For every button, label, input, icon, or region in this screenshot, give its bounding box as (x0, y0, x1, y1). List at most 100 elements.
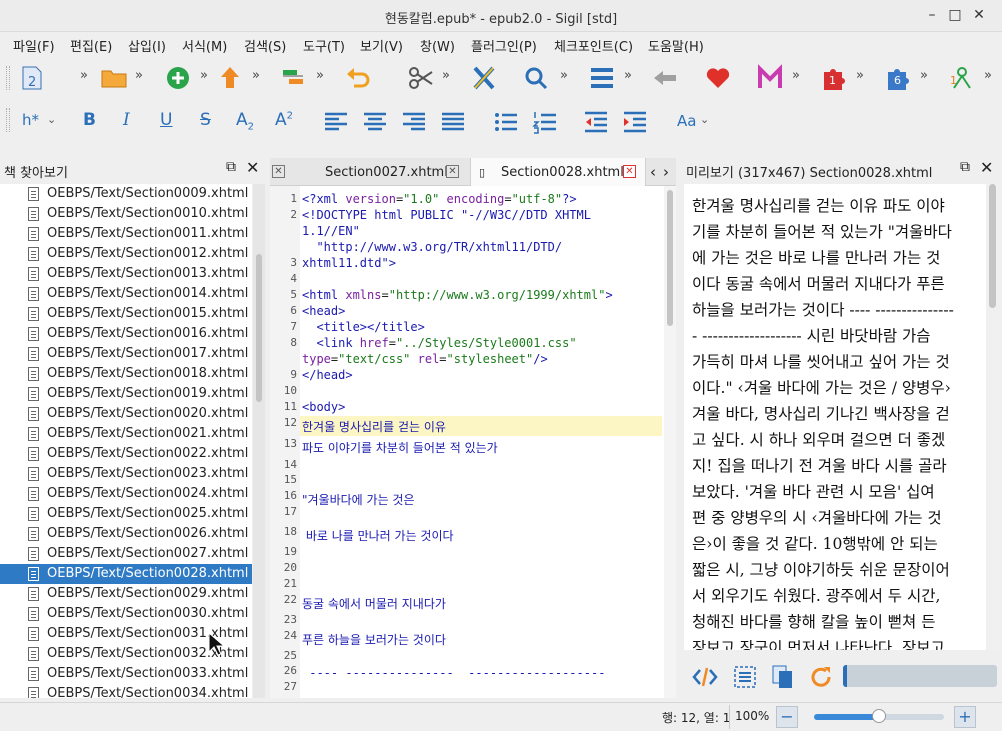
preview-scroll-thumb[interactable] (989, 184, 996, 308)
file-tree-item[interactable]: OEBPS/Text/Section0015.xhtml (0, 304, 252, 324)
copy-icon[interactable] (770, 664, 796, 690)
superscript-button[interactable]: A2 (275, 110, 293, 130)
editor-scrollbar[interactable] (664, 186, 676, 698)
toolbar-overflow-icon[interactable]: » (316, 68, 324, 83)
bold-button[interactable]: B (83, 110, 96, 130)
menu-window[interactable]: 창(W) (420, 36, 455, 55)
editor-scroll-thumb[interactable] (667, 190, 673, 326)
text-case-button[interactable]: Aa (677, 112, 696, 130)
menu-help[interactable]: 도움말(H) (648, 36, 704, 55)
align-center-icon[interactable] (361, 108, 389, 136)
align-right-icon[interactable] (400, 108, 428, 136)
back-arrow-icon[interactable] (651, 64, 679, 92)
file-tree-item[interactable]: OEBPS/Text/Section0020.xhtml (0, 404, 252, 424)
chevron-down-icon[interactable]: ⌄ (47, 113, 56, 126)
select-all-icon[interactable] (732, 664, 758, 690)
toolbar-overflow-icon[interactable]: » (560, 68, 568, 83)
menu-plugins[interactable]: 플러그인(P) (471, 36, 537, 55)
file-tree-item[interactable]: OEBPS/Text/Section0022.xhtml (0, 444, 252, 464)
italic-button[interactable]: I (123, 110, 130, 130)
increase-indent-icon[interactable] (621, 108, 649, 136)
code-editor[interactable]: 1 2 3 4 5 6 7 8 9 10 11 12 13 14 15 16 17 18 19 20 21 22 23 24 2… (270, 186, 676, 698)
toolbar-overflow-icon[interactable]: » (984, 68, 992, 83)
strikethrough-button[interactable]: S (200, 110, 211, 130)
toolbar-overflow-icon[interactable]: » (80, 68, 88, 83)
add-file-icon[interactable] (164, 64, 192, 92)
file-tree-item[interactable]: OEBPS/Text/Section0028.xhtml (0, 564, 252, 584)
meta-editor-icon[interactable] (756, 64, 784, 92)
menu-tools[interactable]: 도구(T) (303, 36, 345, 55)
toolbar-grip[interactable] (6, 66, 10, 90)
tab-section0028[interactable]: ▯ Section0028.xhtml ✕ (470, 158, 646, 186)
file-tree-item[interactable]: OEBPS/Text/Section0021.xhtml (0, 424, 252, 444)
heart-icon[interactable] (704, 64, 732, 92)
subscript-button[interactable]: A2 (236, 110, 254, 132)
toolbar-overflow-icon[interactable]: » (252, 68, 260, 83)
menu-search[interactable]: 검색(S) (244, 36, 286, 55)
clean-source-icon[interactable] (470, 64, 498, 92)
file-tree-item[interactable]: OEBPS/Text/Section0009.xhtml (0, 184, 252, 204)
file-tree-item[interactable]: OEBPS/Text/Section0034.xhtml (0, 684, 252, 698)
arrow-up-icon[interactable] (216, 64, 244, 92)
file-tree-item[interactable]: OEBPS/Text/Section0019.xhtml (0, 384, 252, 404)
underline-button[interactable]: U (160, 110, 172, 130)
align-justify-icon[interactable] (439, 108, 467, 136)
heading-dropdown[interactable]: h* (22, 111, 39, 129)
bullet-list-icon[interactable] (492, 108, 520, 136)
toolbar-overflow-icon[interactable]: » (135, 68, 143, 83)
file-tree-item[interactable]: OEBPS/Text/Section0011.xhtml (0, 224, 252, 244)
table-of-contents-icon[interactable] (588, 64, 616, 92)
file-tree-item[interactable]: OEBPS/Text/Section0027.xhtml (0, 544, 252, 564)
file-tree[interactable]: OEBPS/Text/Section0009.xhtml OEBPS/Text/S… (0, 184, 252, 698)
tab-close-icon[interactable]: ✕ (623, 165, 636, 178)
menu-view[interactable]: 보기(V) (360, 36, 403, 55)
tab-section0027[interactable]: ✕ Section0027.xhtml ✕ (270, 158, 468, 186)
file-tree-item[interactable]: OEBPS/Text/Section0016.xhtml (0, 324, 252, 344)
file-tree-item[interactable]: OEBPS/Text/Section0010.xhtml (0, 204, 252, 224)
float-panel-icon[interactable]: ⧉ (226, 159, 236, 185)
file-tree-item[interactable]: OEBPS/Text/Section0012.xhtml (0, 244, 252, 264)
file-tree-item[interactable]: OEBPS/Text/Section0029.xhtml (0, 584, 252, 604)
menu-format[interactable]: 서식(M) (182, 36, 227, 55)
menu-checkpoints[interactable]: 체크포인트(C) (554, 36, 633, 55)
undo-icon[interactable] (344, 64, 372, 92)
file-tree-item[interactable]: OEBPS/Text/Section0030.xhtml (0, 604, 252, 624)
decrease-indent-icon[interactable] (582, 108, 610, 136)
numbered-list-icon[interactable] (531, 108, 559, 136)
minimize-button[interactable]: – (920, 4, 944, 28)
refresh-icon[interactable] (808, 664, 834, 690)
split-file-icon[interactable] (280, 64, 308, 92)
zoom-slider-track[interactable] (814, 709, 944, 723)
preview-pane[interactable]: 한겨울 명사십리를 걷는 이유 파도 이야 기를 차분히 들어본 적 있는가 "겨… (684, 184, 986, 650)
toolbar-overflow-icon[interactable]: » (856, 68, 864, 83)
file-tree-item[interactable]: OEBPS/Text/Section0024.xhtml (0, 484, 252, 504)
menu-insert[interactable]: 삽입(I) (128, 36, 166, 55)
preview-scrollbar[interactable] (986, 184, 999, 650)
file-tree-item[interactable]: OEBPS/Text/Section0026.xhtml (0, 524, 252, 544)
close-panel-icon[interactable]: ✕ (246, 158, 259, 184)
toolbar-overflow-icon[interactable]: » (200, 68, 208, 83)
maximize-button[interactable]: □ (943, 4, 967, 28)
cut-icon[interactable] (407, 64, 435, 92)
file-tree-item[interactable]: OEBPS/Text/Section0014.xhtml (0, 284, 252, 304)
file-tree-item[interactable]: OEBPS/Text/Section0025.xhtml (0, 504, 252, 524)
close-window-button[interactable]: ✕ (967, 4, 991, 28)
file-tree-item[interactable]: OEBPS/Text/Section0013.xhtml (0, 264, 252, 284)
open-folder-icon[interactable] (100, 64, 128, 92)
new-file-icon[interactable]: 2 (18, 64, 46, 92)
zoom-in-button[interactable]: + (954, 706, 976, 728)
file-tree-item[interactable]: OEBPS/Text/Section0018.xhtml (0, 364, 252, 384)
tab-close-icon[interactable]: ✕ (272, 165, 285, 178)
code-view-icon[interactable] (692, 664, 718, 690)
align-left-icon[interactable] (322, 108, 350, 136)
toolbar-overflow-icon[interactable]: » (624, 68, 632, 83)
tab-close-icon[interactable]: ✕ (446, 165, 459, 178)
file-tree-scroll-thumb[interactable] (256, 254, 262, 402)
file-tree-item[interactable]: OEBPS/Text/Section0017.xhtml (0, 344, 252, 364)
float-panel-icon[interactable]: ⧉ (960, 159, 970, 185)
file-tree-item[interactable]: OEBPS/Text/Section0033.xhtml (0, 664, 252, 684)
toolbar-overflow-icon[interactable]: » (920, 68, 928, 83)
menu-edit[interactable]: 편집(E) (70, 36, 112, 55)
zoom-slider-handle[interactable] (872, 709, 886, 723)
toolbar-overflow-icon[interactable]: » (792, 68, 800, 83)
